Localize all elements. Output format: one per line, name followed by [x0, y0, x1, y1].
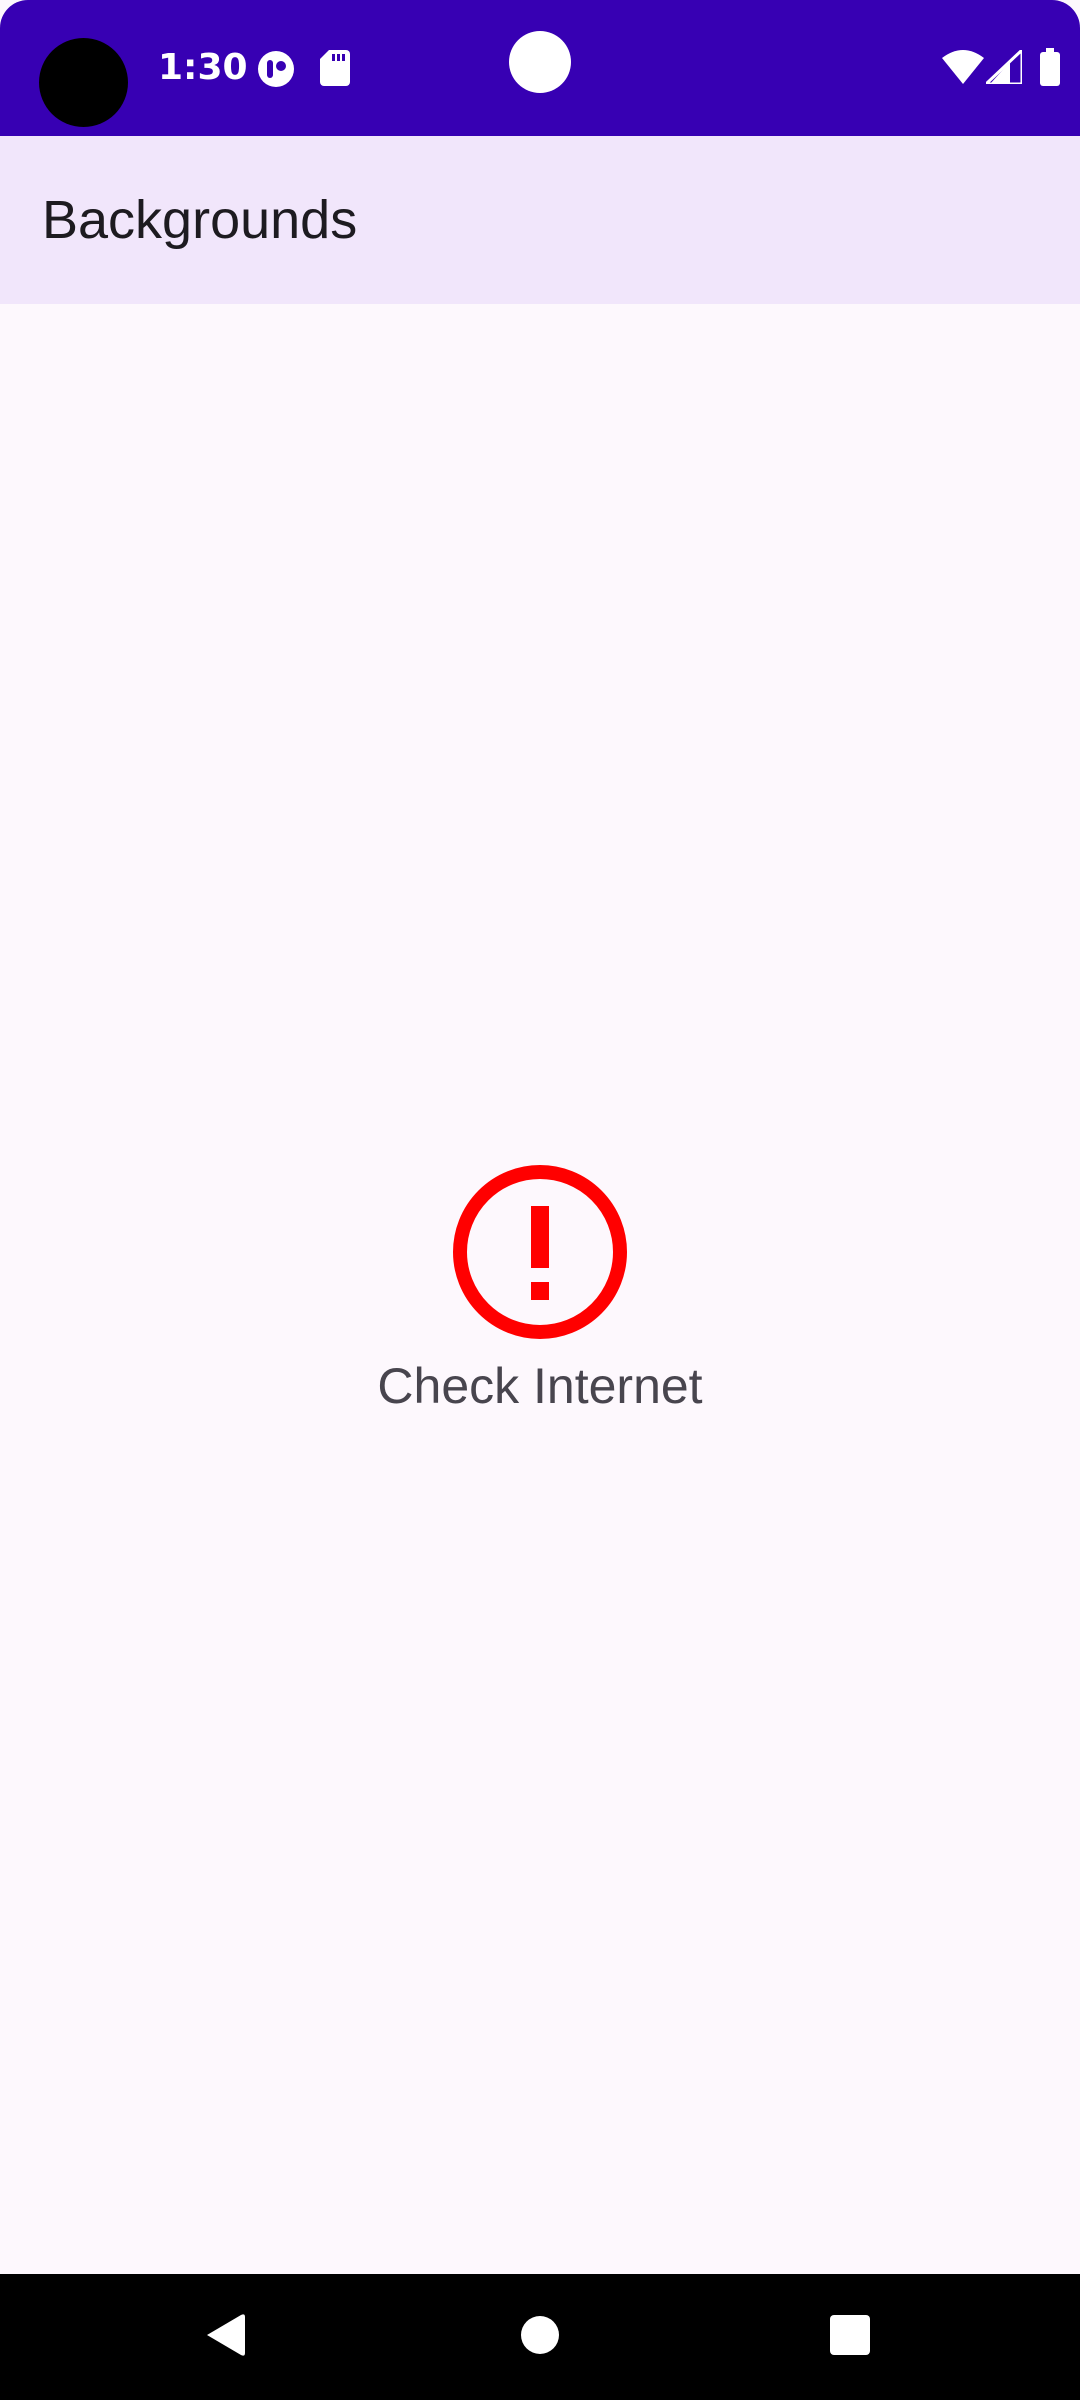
camera-cutout — [39, 38, 128, 127]
error-message: Check Internet — [377, 1358, 703, 1414]
home-icon — [521, 2316, 559, 2358]
app-title: Backgrounds — [42, 190, 358, 250]
status-bar: 1:30 — [0, 0, 1080, 136]
back-icon — [205, 2313, 245, 2361]
center-dot — [509, 31, 571, 93]
home-button[interactable] — [480, 2274, 600, 2400]
recents-icon — [830, 2315, 870, 2359]
main-content: Check Internet — [0, 304, 1080, 2274]
recents-button[interactable] — [790, 2274, 910, 2400]
notification-app-icon — [257, 50, 295, 92]
navigation-bar — [0, 2274, 1080, 2400]
app-bar: Backgrounds — [0, 136, 1080, 304]
battery-icon — [1040, 48, 1060, 90]
back-button[interactable] — [165, 2274, 285, 2400]
wifi-icon — [942, 50, 984, 88]
error-circle-icon — [450, 1162, 630, 1342]
status-time: 1:30 — [158, 47, 248, 88]
cell-signal-icon — [982, 46, 1024, 88]
sd-card-icon — [320, 50, 350, 90]
